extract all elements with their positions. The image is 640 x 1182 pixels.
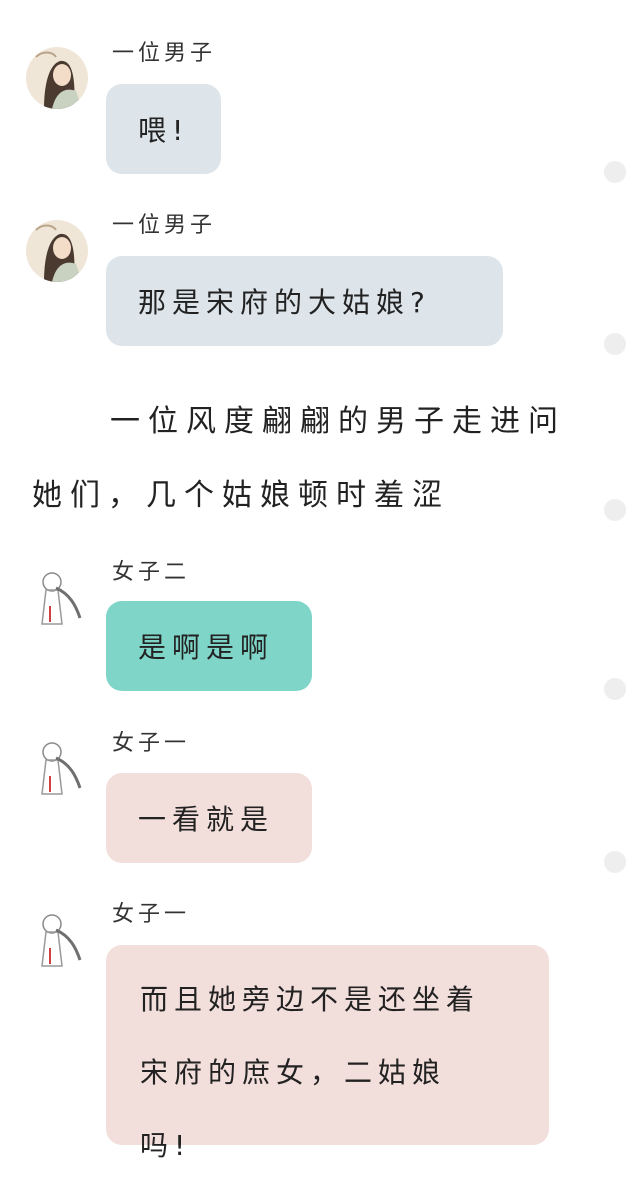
sender-name: 一位男子 [112,41,217,66]
male-avatar-icon[interactable] [26,220,88,282]
narration-text: 一位风度翩翩的男子走进问 她们，几个姑娘顿时羞涩 [0,385,640,533]
message-bubble[interactable]: 喂! [106,84,222,174]
message-line: 宋府的庶女，二姑娘 [140,1056,447,1089]
sender-name: 一位男子 [112,213,217,238]
message-line: 吗! [140,1129,192,1162]
scroll-dot-icon [604,499,626,521]
message-bubble[interactable]: 那是宋府的大姑娘? [106,256,503,346]
scroll-dot-icon [604,678,626,700]
message-line: 而且她旁边不是还坐着 [140,983,481,1016]
message-bubble[interactable]: 一看就是 [106,773,312,863]
narration-line: 一位风度翩翩的男子走进问 [110,404,566,439]
sender-name: 女子一 [112,731,191,756]
scroll-dot-icon [604,851,626,873]
female-avatar-icon[interactable] [26,568,88,630]
sender-name: 女子二 [112,560,191,585]
scroll-dot-icon [604,333,626,355]
female-avatar-icon[interactable] [26,910,88,972]
scroll-dot-icon [604,161,626,183]
message-bubble[interactable]: 而且她旁边不是还坐着 宋府的庶女，二姑娘 吗! [106,945,549,1162]
message-bubble[interactable]: 是啊是啊 [106,601,312,691]
male-avatar-icon[interactable] [26,47,88,109]
female-avatar-icon[interactable] [26,738,88,800]
sender-name: 女子一 [112,902,191,927]
narration-line: 她们，几个姑娘顿时羞涩 [32,478,450,513]
